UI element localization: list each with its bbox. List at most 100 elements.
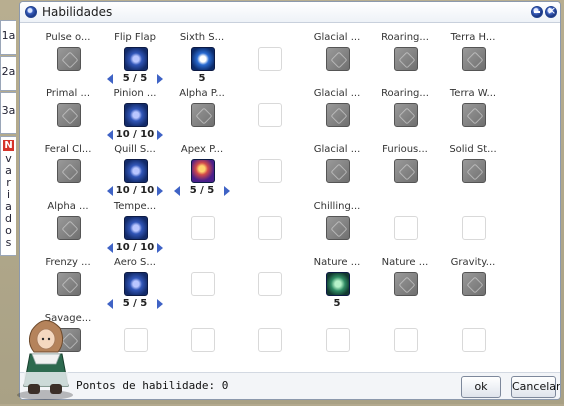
empty-skill-slot [258, 272, 282, 296]
skill-cell[interactable]: Furious... [374, 144, 436, 204]
level-increase-arrow-icon[interactable] [157, 130, 163, 140]
skill-name: Nature ... [381, 257, 429, 268]
skill-cell[interactable]: Gravity... [442, 257, 504, 317]
character-sprite [10, 312, 80, 402]
skill-name: Alpha ... [47, 201, 89, 212]
tab-2a[interactable]: 2a [0, 56, 16, 91]
skill-cell[interactable]: Pulse o... [37, 32, 99, 92]
skill-cell[interactable]: Glacial ... [306, 88, 368, 148]
skill-cell[interactable]: Nature ... [374, 257, 436, 317]
skill-cell [442, 201, 504, 261]
level-increase-arrow-icon[interactable] [157, 243, 163, 253]
tab-1a-label: 1a [1, 29, 16, 42]
skill-cell[interactable]: Terra W... [442, 88, 504, 148]
skill-name: Primal ... [45, 88, 91, 99]
skill-icon[interactable] [57, 47, 81, 71]
skill-cell[interactable]: Chilling... [306, 201, 368, 261]
level-decrease-arrow-icon[interactable] [107, 130, 113, 140]
window-title: Habilidades [42, 5, 113, 19]
skill-icon[interactable] [57, 159, 81, 183]
skill-cell[interactable]: Solid St... [442, 144, 504, 204]
empty-skill-slot [394, 216, 418, 240]
skill-icon[interactable] [394, 159, 418, 183]
empty-skill-slot [191, 328, 215, 352]
skill-cell[interactable]: Aero S... 5 / 5 [104, 257, 166, 317]
cancel-button[interactable]: Cancelar [511, 376, 560, 398]
skill-cell[interactable]: Alpha P... [171, 88, 233, 148]
empty-skill-slot [394, 328, 418, 352]
skill-icon[interactable] [462, 47, 486, 71]
skill-icon[interactable] [57, 103, 81, 127]
skill-icon[interactable] [394, 103, 418, 127]
empty-skill-slot [191, 272, 215, 296]
level-decrease-arrow-icon[interactable] [107, 74, 113, 84]
tab-variados-label: variados [5, 152, 12, 249]
skill-icon[interactable] [326, 103, 350, 127]
skill-cell[interactable]: Flip Flap 5 / 5 [104, 32, 166, 92]
skill-name: Furious... [382, 144, 428, 155]
empty-skill-slot [326, 328, 350, 352]
skill-cell[interactable]: Sixth S... 5 [171, 32, 233, 92]
skill-cell[interactable]: Terra H... [442, 32, 504, 92]
skill-cell[interactable]: Primal ... [37, 88, 99, 148]
skill-icon[interactable] [191, 103, 215, 127]
skill-name: Aero S... [114, 257, 156, 268]
level-increase-arrow-icon[interactable] [157, 299, 163, 309]
skill-cell[interactable]: Pinion ... 10 / 10 [104, 88, 166, 148]
skill-icon[interactable] [124, 47, 148, 71]
skill-cell[interactable]: Tempe... 10 / 10 [104, 201, 166, 261]
skill-icon[interactable] [124, 216, 148, 240]
close-icon[interactable] [545, 4, 557, 18]
tab-variados[interactable]: N variados [0, 136, 16, 256]
skill-cell[interactable]: Alpha ... [37, 201, 99, 261]
skill-cell[interactable]: Roaring... [374, 32, 436, 92]
skill-icon[interactable] [462, 272, 486, 296]
skill-cell[interactable]: Glacial ... [306, 32, 368, 92]
skill-cell[interactable]: Feral Cl... [37, 144, 99, 204]
empty-skill-slot [124, 328, 148, 352]
skill-cell[interactable]: Apex P... 5 / 5 [171, 144, 233, 204]
skill-icon[interactable] [124, 272, 148, 296]
skill-icon[interactable] [462, 103, 486, 127]
skill-icon[interactable] [57, 216, 81, 240]
skill-icon[interactable] [191, 159, 215, 183]
skill-icon[interactable] [191, 47, 215, 71]
skill-icon[interactable] [394, 272, 418, 296]
skill-name: Roaring... [381, 32, 429, 43]
skill-icon[interactable] [326, 272, 350, 296]
tab-1a[interactable]: 1a [0, 20, 16, 55]
skill-cell[interactable]: Quill S... 10 / 10 [104, 144, 166, 204]
skill-icon[interactable] [326, 159, 350, 183]
level-decrease-arrow-icon[interactable] [107, 243, 113, 253]
skill-icon[interactable] [124, 103, 148, 127]
skill-name: Glacial ... [313, 88, 361, 99]
level-decrease-arrow-icon[interactable] [107, 186, 113, 196]
skill-cell [238, 88, 300, 148]
skill-icon[interactable] [57, 272, 81, 296]
skill-icon[interactable] [326, 216, 350, 240]
ok-button[interactable]: ok [461, 376, 501, 398]
skill-cell[interactable]: Roaring... [374, 88, 436, 148]
skill-cell [238, 144, 300, 204]
empty-skill-slot [258, 328, 282, 352]
skill-icon[interactable] [462, 159, 486, 183]
skill-cell[interactable]: Nature ... 5 [306, 257, 368, 317]
level-decrease-arrow-icon[interactable] [174, 186, 180, 196]
tab-3a[interactable]: 3a [0, 92, 16, 134]
title-bar[interactable]: Habilidades [20, 2, 560, 23]
skill-icon[interactable] [394, 47, 418, 71]
minimize-icon[interactable] [531, 6, 543, 18]
skill-cell[interactable]: Glacial ... [306, 144, 368, 204]
skill-points-label: Pontos de habilidade: 0 [76, 379, 229, 392]
empty-skill-slot [191, 216, 215, 240]
level-increase-arrow-icon[interactable] [157, 186, 163, 196]
skill-name: Pulse o... [45, 32, 91, 43]
skill-cell[interactable]: Frenzy ... [37, 257, 99, 317]
skill-icon[interactable] [124, 159, 148, 183]
skill-icon[interactable] [326, 47, 350, 71]
level-increase-arrow-icon[interactable] [224, 186, 230, 196]
level-increase-arrow-icon[interactable] [157, 74, 163, 84]
level-decrease-arrow-icon[interactable] [107, 299, 113, 309]
skill-cell [238, 257, 300, 317]
skill-name: Feral Cl... [44, 144, 92, 155]
